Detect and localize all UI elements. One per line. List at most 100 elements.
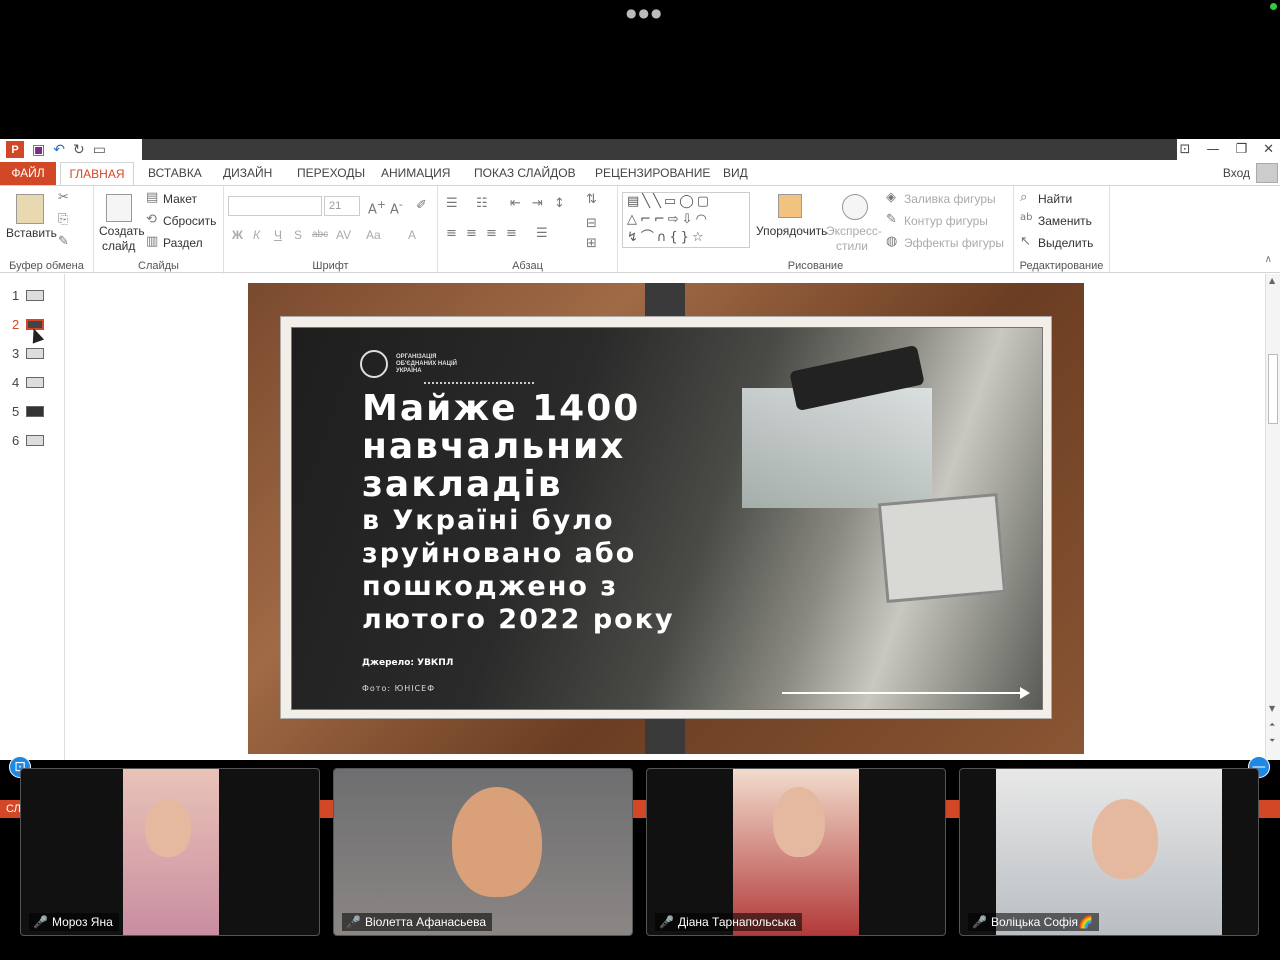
align-right-icon[interactable]: ≡ xyxy=(486,226,497,241)
save-icon[interactable]: ▣ xyxy=(32,142,45,158)
tab-transitions[interactable]: ПЕРЕХОДЫ xyxy=(297,164,365,185)
align-text-icon[interactable]: ⊟ xyxy=(586,216,597,231)
slide-headline: Майже 1400 навчальних закладів в Україні… xyxy=(362,388,675,636)
font-color-button[interactable]: A xyxy=(408,228,416,242)
group-label-editing: Редактирование xyxy=(1019,260,1104,272)
participant-tile[interactable]: 🎤 Мороз Яна xyxy=(20,768,320,936)
redo-icon[interactable]: ↻ xyxy=(73,142,85,158)
bullets-icon[interactable]: ☰ xyxy=(446,196,458,211)
quick-styles-button[interactable]: Экспресс- xyxy=(826,224,882,238)
participant-tile[interactable]: 🎤 Воліцька Софія🌈 xyxy=(959,768,1259,936)
smartart-icon[interactable]: ⊞ xyxy=(586,236,597,251)
shape-fill-button[interactable]: Заливка фигуры xyxy=(904,192,996,206)
reset-button[interactable]: Сбросить xyxy=(163,214,216,228)
decrease-indent-icon[interactable]: ⇤ xyxy=(510,196,521,211)
replace-button[interactable]: Заменить xyxy=(1038,214,1092,228)
paste-icon[interactable] xyxy=(16,194,44,224)
copy-icon[interactable]: ⎘ xyxy=(58,212,68,227)
shapes-gallery[interactable]: ▤╲╲▭◯▢ △⌐⌐⇨⇩◠ ↯⌒∩{}☆ xyxy=(622,192,750,248)
layout-button[interactable]: Макет xyxy=(163,192,197,206)
next-slide-icon[interactable]: ⏷ xyxy=(1269,736,1275,746)
justify-icon[interactable]: ≡ xyxy=(506,226,517,241)
participant-video xyxy=(123,769,219,935)
clear-format-icon[interactable]: ✐ xyxy=(416,198,427,213)
tab-slideshow[interactable]: ПОКАЗ СЛАЙДОВ xyxy=(474,164,576,185)
close-icon[interactable]: ✕ xyxy=(1263,142,1274,157)
group-clipboard: Вставить ✂ ⎘ ✎ Буфер обмена xyxy=(0,186,94,274)
font-name-combo[interactable] xyxy=(228,196,322,216)
current-slide[interactable]: ОРГАНІЗАЦІЯ ОБ'ЄДНАНИХ НАЦІЙ УКРАЇНА Май… xyxy=(248,283,1084,754)
increase-indent-icon[interactable]: ⇥ xyxy=(532,196,543,211)
arrange-button[interactable]: Упорядочить xyxy=(756,224,827,238)
italic-button[interactable]: К xyxy=(253,228,260,242)
shadow-button[interactable]: S xyxy=(294,228,302,242)
shape-outline-button[interactable]: Контур фигуры xyxy=(904,214,988,228)
new-slide-button[interactable]: Создать xyxy=(99,224,145,238)
thumbnail-image xyxy=(26,435,45,446)
participant-tile[interactable]: 🎤 Віолетта Афанасьева xyxy=(333,768,633,936)
slide-source: Джерело: УВКПЛ xyxy=(362,658,454,668)
thumbnail-1[interactable]: 1 xyxy=(12,288,45,303)
scroll-thumb[interactable] xyxy=(1268,354,1278,424)
new-slide-icon[interactable] xyxy=(106,194,132,222)
section-button[interactable]: Раздел xyxy=(163,236,203,250)
thumbnail-4[interactable]: 4 xyxy=(12,375,45,390)
collapse-ribbon-icon[interactable]: ∧ xyxy=(1265,254,1272,265)
text-direction-icon[interactable]: ⇅ xyxy=(586,192,597,207)
thumbnail-6[interactable]: 6 xyxy=(12,433,45,448)
participant-video xyxy=(996,769,1222,935)
participant-tile[interactable]: 🎤 Діана Тарнапольська xyxy=(646,768,946,936)
numbering-icon[interactable]: ☷ xyxy=(476,196,488,211)
quick-styles-icon[interactable] xyxy=(842,194,868,220)
arrange-icon[interactable] xyxy=(778,194,802,218)
align-center-icon[interactable]: ≡ xyxy=(466,226,477,241)
find-button[interactable]: Найти xyxy=(1038,192,1072,206)
quick-styles-button-line2[interactable]: стили xyxy=(836,239,868,253)
tab-file[interactable]: ФАЙЛ xyxy=(0,162,56,185)
cut-icon[interactable]: ✂ xyxy=(58,190,69,205)
more-options-icon[interactable]: ●●● xyxy=(626,6,663,20)
undo-icon[interactable]: ↶ xyxy=(53,142,65,158)
bold-button[interactable]: Ж xyxy=(232,228,243,242)
sign-in-link[interactable]: Вход xyxy=(1223,166,1250,180)
prev-slide-icon[interactable]: ⏶ xyxy=(1269,720,1275,730)
quick-access-toolbar: P ▣ ↶ ↻ ▭ xyxy=(6,140,106,159)
thumbnail-5[interactable]: 5 xyxy=(12,404,45,419)
user-avatar-icon[interactable] xyxy=(1256,163,1278,183)
shrink-font-icon[interactable]: A- xyxy=(390,198,403,217)
ribbon-options-icon[interactable]: ⊡ xyxy=(1180,142,1191,157)
tab-home[interactable]: ГЛАВНАЯ xyxy=(60,162,134,185)
font-size-combo[interactable]: 21 xyxy=(324,196,360,216)
vertical-scrollbar[interactable]: ▲ ▼ ⏶ ⏷ xyxy=(1265,274,1280,760)
align-left-icon[interactable]: ≡ xyxy=(446,226,457,241)
underline-button[interactable]: Ч xyxy=(274,228,282,242)
restore-icon[interactable]: ❐ xyxy=(1235,142,1247,157)
strikethrough-button[interactable]: abc xyxy=(312,229,328,240)
new-slide-button-line2[interactable]: слайд xyxy=(102,239,135,253)
tab-review[interactable]: РЕЦЕНЗИРОВАНИЕ xyxy=(595,164,710,185)
group-editing: ⌕ Найти ab Заменить ↖ Выделить Редактиро… xyxy=(1014,186,1110,274)
thumbnail-3[interactable]: 3 xyxy=(12,346,45,361)
tab-view[interactable]: ВИД xyxy=(723,164,748,185)
shape-effects-button[interactable]: Эффекты фигуры xyxy=(904,236,1004,250)
tab-insert[interactable]: ВСТАВКА xyxy=(148,164,202,185)
format-painter-icon[interactable]: ✎ xyxy=(58,234,69,249)
participant-video xyxy=(733,769,859,935)
select-button[interactable]: Выделить xyxy=(1038,236,1093,250)
line-spacing-icon[interactable]: ↕ xyxy=(554,196,565,211)
change-case-button[interactable]: Aa xyxy=(366,228,381,242)
paste-button[interactable]: Вставить xyxy=(6,226,57,240)
scroll-down-icon[interactable]: ▼ xyxy=(1269,704,1275,713)
start-icon[interactable]: ▭ xyxy=(93,142,106,158)
grow-font-icon[interactable]: A+ xyxy=(368,198,386,217)
thumbnail-number: 1 xyxy=(12,288,20,303)
group-font: 21 A+ A- ✐ Ж К Ч S abc AV Aa A Шрифт xyxy=(224,186,438,274)
columns-icon[interactable]: ☰ xyxy=(536,226,548,241)
minimize-icon[interactable]: — xyxy=(1206,142,1219,157)
scroll-up-icon[interactable]: ▲ xyxy=(1269,276,1275,285)
char-spacing-button[interactable]: AV xyxy=(336,228,351,242)
tab-animation[interactable]: АНИМАЦИЯ xyxy=(381,164,450,185)
status-slide-label: СЛ xyxy=(6,803,21,815)
thumbnail-image xyxy=(26,348,45,359)
tab-design[interactable]: ДИЗАЙН xyxy=(223,164,272,185)
